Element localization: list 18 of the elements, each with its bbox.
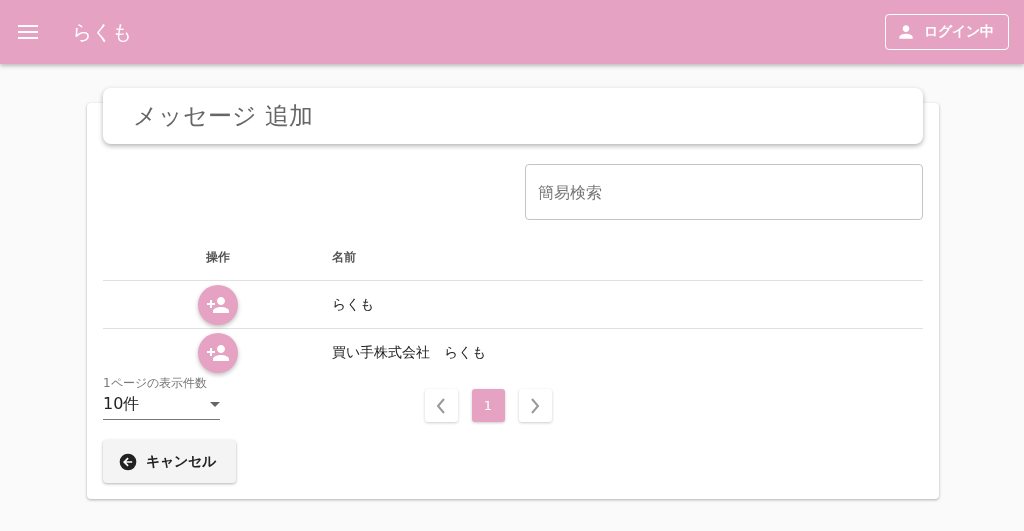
search-field[interactable]: 簡易検索 [525,164,923,220]
cancel-button[interactable]: キャンセル [103,440,236,483]
table-cell-text: 買い手株式会社 らくも [332,344,487,362]
column-header: 操作 [205,248,230,266]
add-button[interactable] [197,284,238,325]
add-button[interactable] [197,333,238,373]
dropdown-icon [210,402,220,407]
card-title: メッセージ 追加 [103,88,923,144]
previous-page-button[interactable] [424,389,458,422]
chevron-left-icon [436,397,446,414]
table-cell-text: らくも [332,295,375,314]
app-title: らくも [72,18,133,46]
menu-icon[interactable] [18,25,38,39]
page-size-label: 1ページの表示件数 [103,375,208,392]
next-page-button[interactable] [518,389,552,422]
column-header: 名前 [332,248,357,266]
page-size-select[interactable]: 10件 [103,394,220,420]
chevron-right-icon [530,397,540,414]
